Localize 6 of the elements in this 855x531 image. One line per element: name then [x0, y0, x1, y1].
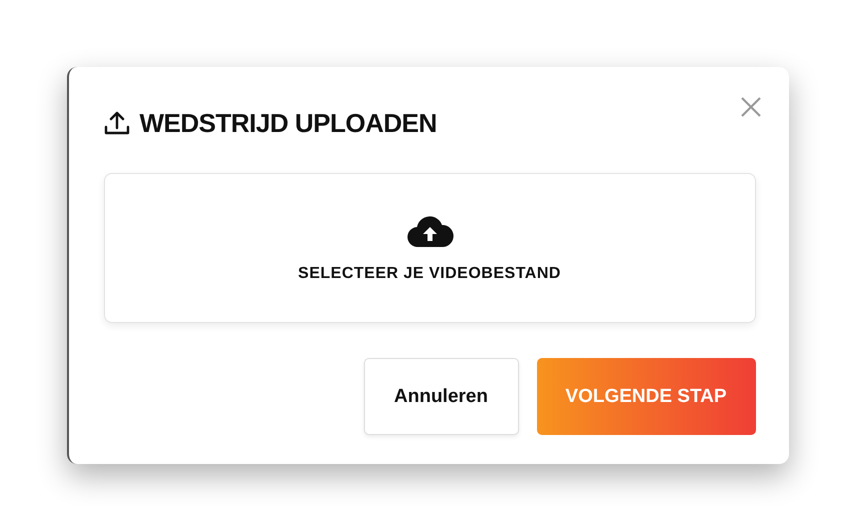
- upload-icon: [104, 110, 130, 136]
- file-dropzone[interactable]: SELECTEER JE VIDEOBESTAND: [104, 173, 756, 323]
- dropzone-label: SELECTEER JE VIDEOBESTAND: [298, 265, 561, 283]
- cancel-button[interactable]: Annuleren: [364, 358, 518, 435]
- close-icon[interactable]: [740, 96, 762, 118]
- dialog-title: WEDSTRIJD UPLOADEN: [140, 108, 437, 138]
